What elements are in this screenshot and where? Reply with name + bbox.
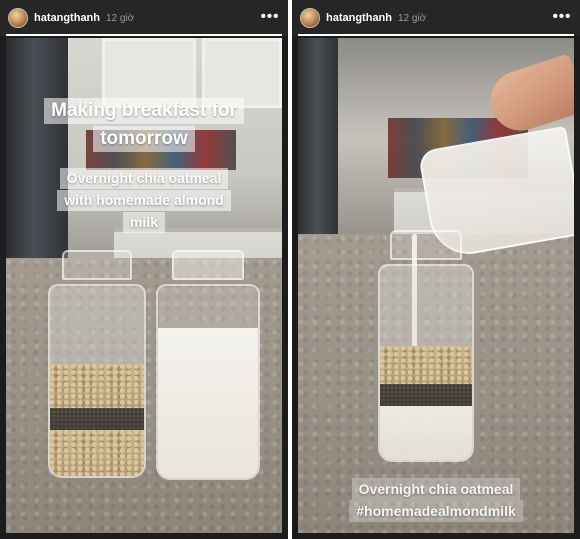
post-time: 12 giờ — [106, 12, 135, 24]
caption-line: milk — [6, 212, 282, 233]
more-options-icon[interactable]: ••• — [260, 8, 280, 26]
bottle-neck — [172, 250, 244, 280]
caption-line: Overnight chia oatmeal — [6, 168, 282, 189]
oatmeal-jar — [378, 230, 474, 462]
milk-layer — [380, 406, 472, 460]
caption-line: with homemade almond — [6, 190, 282, 211]
chia-layer — [380, 384, 472, 406]
refrigerator — [6, 38, 68, 270]
avatar[interactable] — [8, 8, 28, 28]
story-header: hatangthanh 12 giờ ••• — [0, 0, 288, 36]
milk-layer — [158, 328, 258, 478]
avatar[interactable] — [300, 8, 320, 28]
jar-neck — [62, 250, 132, 280]
post-time: 12 giờ — [398, 12, 427, 24]
jar-neck — [390, 230, 462, 260]
jar-body — [378, 264, 474, 462]
username[interactable]: hatangthanh — [326, 12, 392, 24]
username[interactable]: hatangthanh — [34, 12, 100, 24]
oatmeal-jar — [48, 250, 146, 478]
bottle-body — [156, 284, 260, 480]
story-progress-fill — [298, 34, 574, 36]
story-header: hatangthanh 12 giờ ••• — [292, 0, 580, 36]
story-panel-right[interactable]: hatangthanh 12 giờ ••• Overnight chia oa… — [292, 0, 580, 539]
oats-layer — [50, 430, 144, 476]
story-progress-fill — [6, 34, 282, 36]
jar-body — [48, 284, 146, 478]
caption-line: #homemadealmondmilk — [298, 500, 574, 522]
chia-layer — [50, 408, 144, 430]
story-photo: Overnight chia oatmeal #homemadealmondmi… — [298, 38, 574, 533]
caption-line: Overnight chia oatmeal — [298, 478, 574, 500]
jar-empty-space — [50, 286, 144, 364]
story-progress-bar — [298, 34, 574, 36]
jar-empty-space — [380, 266, 472, 346]
story-photo: Making breakfast for tomorrow Overnight … — [6, 38, 282, 533]
story-progress-bar — [6, 34, 282, 36]
story-panel-left[interactable]: hatangthanh 12 giờ ••• Making breakfast … — [0, 0, 288, 539]
caption-line: tomorrow — [6, 126, 282, 152]
oats-layer — [380, 346, 472, 384]
caption-line: Making breakfast for — [6, 98, 282, 124]
more-options-icon[interactable]: ••• — [552, 8, 572, 26]
oats-layer — [50, 364, 144, 408]
almond-milk-bottle — [156, 250, 260, 480]
